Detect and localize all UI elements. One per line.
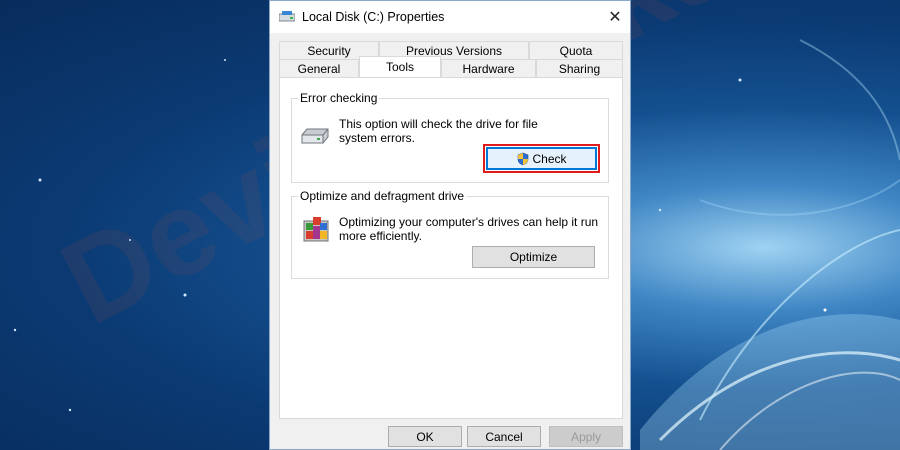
error-checking-description: This option will check the drive for fil…: [339, 117, 538, 145]
optimize-desc-line1: Optimizing your computer's drives can he…: [339, 215, 599, 229]
properties-dialog: Local Disk (C:) Properties ✕ Security Pr…: [269, 0, 631, 450]
apply-button[interactable]: Apply: [549, 426, 623, 447]
optimize-description: Optimizing your computer's drives can he…: [339, 215, 598, 243]
tab-row-2: General Tools Hardware Sharing: [279, 56, 623, 77]
tab-quota[interactable]: Quota: [529, 41, 623, 59]
ok-button[interactable]: OK: [388, 426, 462, 447]
tools-panel: Error checking This option will check th…: [279, 77, 623, 419]
tab-tools[interactable]: Tools: [359, 56, 441, 77]
tab-general[interactable]: General: [279, 59, 359, 77]
close-button[interactable]: ✕: [600, 1, 630, 33]
defrag-icon: [303, 217, 329, 242]
check-button-label: Check: [532, 151, 567, 166]
tab-hardware[interactable]: Hardware: [441, 59, 536, 77]
error-checking-desc-line2: system errors.: [339, 131, 416, 145]
optimize-title: Optimize and defragment drive: [298, 189, 467, 203]
tab-sharing[interactable]: Sharing: [536, 59, 623, 77]
drive-title-icon: [279, 11, 295, 22]
check-button[interactable]: Check: [486, 147, 597, 170]
tab-row-1: Security Previous Versions Quota: [279, 41, 623, 59]
uac-shield-icon: [518, 152, 529, 165]
cancel-button[interactable]: Cancel: [467, 426, 541, 447]
close-icon: ✕: [608, 9, 622, 26]
error-checking-title: Error checking: [298, 91, 380, 105]
title-bar[interactable]: Local Disk (C:) Properties ✕: [270, 1, 630, 33]
error-checking-desc-line1: This option will check the drive for fil…: [339, 117, 538, 131]
optimize-button[interactable]: Optimize: [472, 246, 595, 268]
optimize-desc-line2: more efficiently.: [339, 229, 422, 243]
drive-icon: [301, 128, 329, 144]
window-title: Local Disk (C:) Properties: [302, 10, 445, 24]
tab-strip: Security Previous Versions Quota General…: [279, 41, 623, 77]
